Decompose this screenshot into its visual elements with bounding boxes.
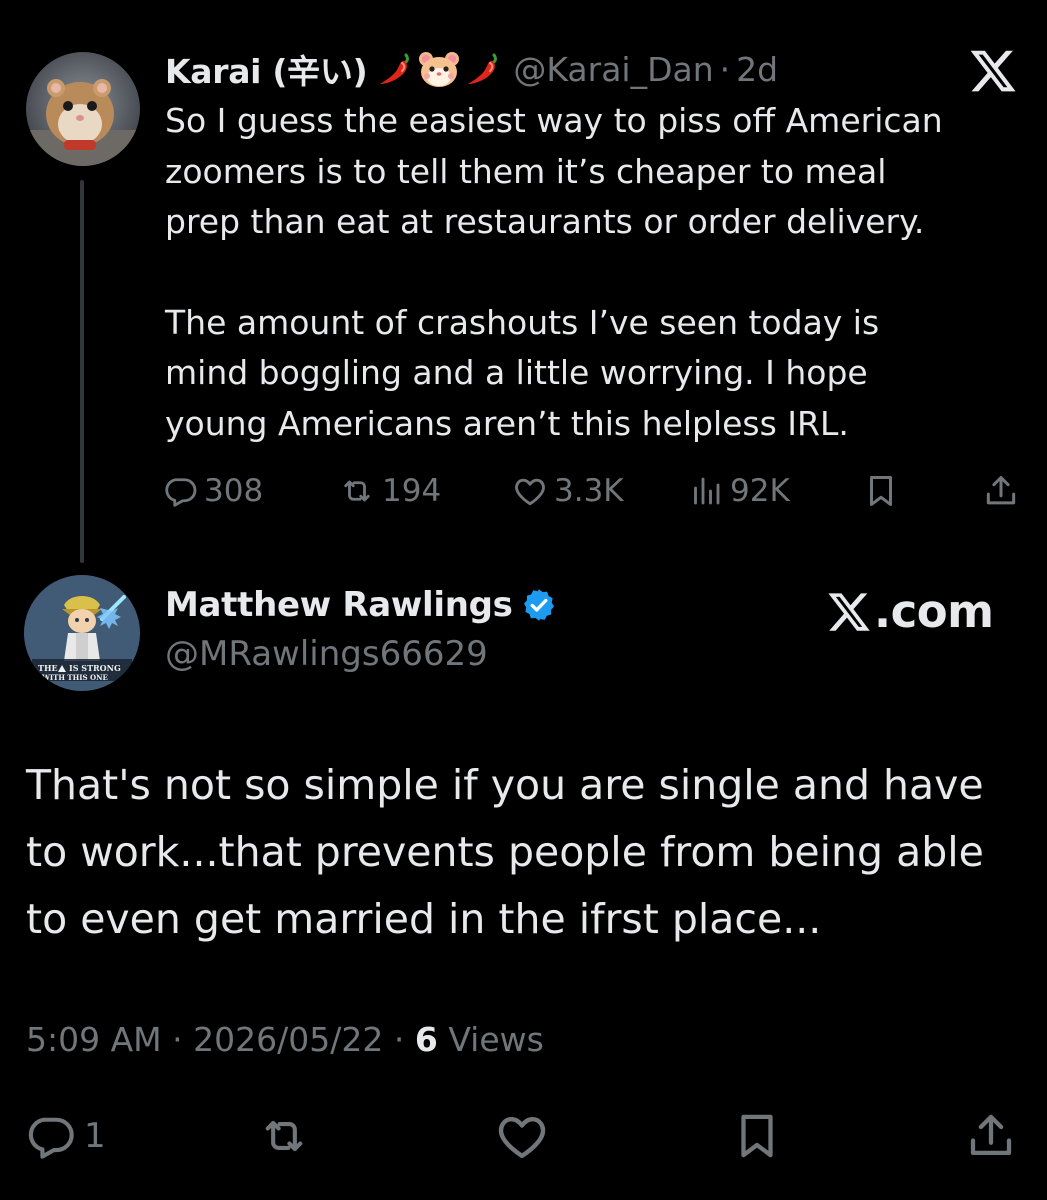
avatar-badge-word-the: THE <box>38 663 58 673</box>
avatar-badge-strong: IS STRONG <box>69 663 121 673</box>
reply-button[interactable]: 308 <box>162 468 263 514</box>
heart-icon <box>515 478 545 506</box>
repost-button[interactable]: 194 <box>338 468 441 514</box>
repost-button[interactable] <box>256 1106 312 1166</box>
parent-age[interactable]: 2d <box>736 50 778 89</box>
meta-separator: · <box>172 1020 183 1059</box>
share-icon <box>970 1114 1012 1156</box>
watermark-text: .com <box>874 585 994 638</box>
share-button[interactable] <box>982 468 1020 514</box>
reply-button[interactable]: 1 <box>24 1106 106 1166</box>
name-emojis <box>375 49 503 89</box>
like-count: 3.3K <box>554 473 624 509</box>
heart-icon <box>498 1116 546 1159</box>
parent-action-bar: 308 194 3.3K 92K <box>162 468 1022 514</box>
x-com-watermark: .com <box>826 585 994 638</box>
reply-tweet-text: That's not so simple if you are single a… <box>26 761 984 943</box>
bookmark-button[interactable] <box>730 1106 784 1166</box>
avatar-karai[interactable] <box>26 52 140 166</box>
bookmark-button[interactable] <box>862 468 900 514</box>
like-button[interactable] <box>494 1106 550 1166</box>
bookmark-icon <box>741 1114 773 1158</box>
views-button[interactable]: 92K <box>688 468 790 514</box>
reply-icon <box>165 478 197 507</box>
share-icon <box>986 476 1016 505</box>
view-count: 92K <box>730 473 790 509</box>
reply-action-bar: 1 <box>24 1106 1024 1166</box>
bookmark-icon <box>869 476 893 506</box>
reply-icon <box>28 1117 74 1159</box>
parent-paragraph-1: So I guess the easiest way to piss off A… <box>165 101 943 241</box>
reply-date[interactable]: 2026/05/22 <box>193 1020 383 1059</box>
avatar-badge-this-one: WITH THIS ONE <box>41 673 108 682</box>
repost-icon <box>344 480 370 502</box>
x-logo-icon <box>828 592 870 631</box>
x-logo-icon <box>968 46 1018 96</box>
reply-time[interactable]: 5:09 AM <box>26 1020 162 1059</box>
hot-pepper-icon <box>468 53 498 84</box>
repost-icon <box>265 1120 303 1152</box>
reply-views-label: Views <box>448 1020 544 1059</box>
parent-handle[interactable]: @Karai_Dan <box>513 50 713 89</box>
avatar-matthew[interactable]: THE IS STRONG WITH THIS ONE <box>24 575 140 691</box>
parent-paragraph-2: The amount of crashouts I’ve seen today … <box>165 302 880 443</box>
parent-tweet-header: Karai (辛い) @Karai_Dan · 2d <box>165 46 778 92</box>
reply-display-name[interactable]: Matthew Rawlings <box>165 585 513 625</box>
share-button[interactable] <box>964 1106 1018 1166</box>
parent-display-name[interactable]: Karai (辛い) <box>165 45 368 93</box>
reply-count: 1 <box>84 1116 106 1156</box>
hamster-face-icon <box>419 52 460 87</box>
reply-count: 308 <box>204 473 264 509</box>
hot-pepper-icon <box>380 53 410 84</box>
parent-tweet-text: So I guess the easiest way to piss off A… <box>165 96 1035 449</box>
reply-view-count: 6 <box>414 1020 438 1059</box>
reply-timestamp-row: 5:09 AM · 2026/05/22 · 6 Views <box>26 1020 544 1059</box>
verified-badge-icon <box>523 589 554 621</box>
thread-line <box>80 180 84 563</box>
meta-separator: · <box>393 1020 405 1059</box>
reply-handle[interactable]: @MRawlings66629 <box>165 634 488 674</box>
meta-separator: · <box>719 49 731 89</box>
views-chart-icon <box>694 477 720 505</box>
like-button[interactable]: 3.3K <box>512 468 624 514</box>
repost-count: 194 <box>382 473 442 509</box>
reply-display-name-row: Matthew Rawlings <box>165 585 557 625</box>
